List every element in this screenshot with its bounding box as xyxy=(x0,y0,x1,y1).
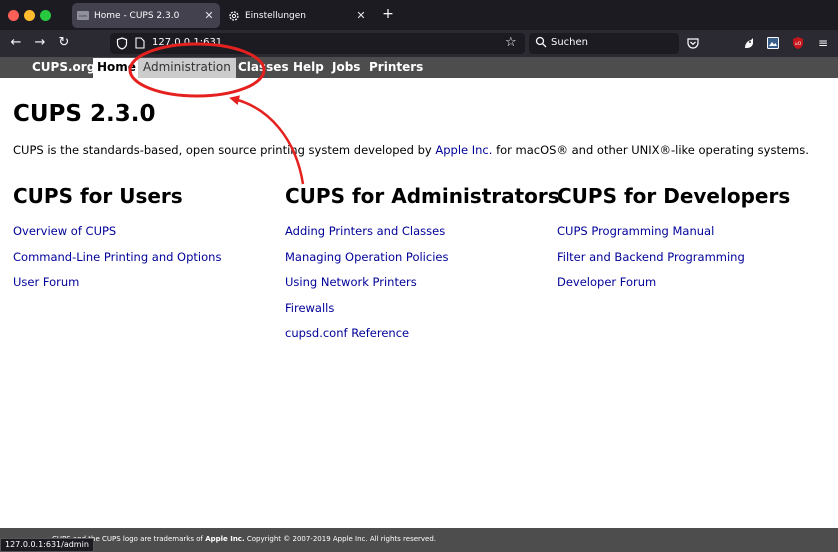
footer-suffix: Copyright © 2007-2019 Apple Inc. All rig… xyxy=(244,535,437,543)
search-icon xyxy=(535,36,547,48)
tab-bar: CUPS Home - CUPS 2.3.0 ✕ Einstellungen ✕… xyxy=(0,0,838,30)
link-cupsd-conf[interactable]: cupsd.conf Reference xyxy=(285,325,555,351)
pocket-icon[interactable] xyxy=(686,36,700,50)
tab-einstellungen[interactable]: Einstellungen ✕ xyxy=(224,3,372,28)
column-users: CUPS for Users Overview of CUPS Command-… xyxy=(13,184,283,300)
navigation-toolbar: ← → ↻ 127.0.0.1:631 ☆ Suchen uO ≡ xyxy=(0,30,838,57)
link-command-line-printing[interactable]: Command-Line Printing and Options xyxy=(13,249,283,275)
column-administrators: CUPS for Administrators Adding Printers … xyxy=(285,184,560,351)
back-arrow-icon[interactable]: ← xyxy=(8,36,24,50)
column-heading: CUPS for Administrators xyxy=(285,184,560,208)
column-heading: CUPS for Developers xyxy=(557,184,791,208)
extension-icon[interactable] xyxy=(742,36,756,50)
link-managing-policies[interactable]: Managing Operation Policies xyxy=(285,249,555,275)
gear-icon xyxy=(229,10,239,21)
link-programming-manual[interactable]: CUPS Programming Manual xyxy=(557,223,827,249)
ublock-icon[interactable]: uO xyxy=(791,36,805,50)
minimize-window-button[interactable] xyxy=(24,10,35,21)
search-placeholder: Suchen xyxy=(551,37,589,48)
page-footer: CUPS and the CUPS logo are trademarks of… xyxy=(0,528,838,552)
intro-text-end: for macOS® and other UNIX®-like operatin… xyxy=(492,143,809,157)
nav-cups-org[interactable]: CUPS.org xyxy=(32,60,95,78)
cups-favicon-icon: CUPS xyxy=(77,11,89,20)
nav-classes[interactable]: Classes xyxy=(238,60,289,78)
nav-jobs[interactable]: Jobs xyxy=(332,60,360,78)
intro-text: CUPS is the standards-based, open source… xyxy=(13,143,809,157)
link-developer-forum[interactable]: Developer Forum xyxy=(557,274,827,300)
tab-home-cups[interactable]: CUPS Home - CUPS 2.3.0 ✕ xyxy=(72,3,220,28)
footer-text: CUPS and the CUPS logo are trademarks of… xyxy=(52,535,436,543)
link-filter-backend[interactable]: Filter and Backend Programming xyxy=(557,249,827,275)
nav-administration[interactable]: Administration xyxy=(138,58,236,78)
link-user-forum[interactable]: User Forum xyxy=(13,274,283,300)
nav-home[interactable]: Home xyxy=(93,58,140,78)
svg-text:uO: uO xyxy=(795,41,802,47)
link-adding-printers[interactable]: Adding Printers and Classes xyxy=(285,223,555,249)
browser-window: CUPS Home - CUPS 2.3.0 ✕ Einstellungen ✕… xyxy=(0,0,838,552)
close-icon[interactable]: ✕ xyxy=(202,9,216,22)
page-content: CUPS 2.3.0 CUPS is the standards-based, … xyxy=(0,78,838,528)
page-title: CUPS 2.3.0 xyxy=(13,101,156,127)
cups-header-nav: CUPS.org Home Administration Classes Hel… xyxy=(0,57,838,78)
search-bar[interactable]: Suchen xyxy=(529,33,679,54)
nav-printers[interactable]: Printers xyxy=(369,60,423,78)
forward-arrow-icon[interactable]: → xyxy=(32,36,48,50)
intro-text-start: CUPS is the standards-based, open source… xyxy=(13,143,436,157)
footer-brand: Apple Inc. xyxy=(205,535,245,543)
status-bar-url: 127.0.0.1:631/admin xyxy=(0,538,94,552)
link-network-printers[interactable]: Using Network Printers xyxy=(285,274,555,300)
shield-icon[interactable] xyxy=(116,37,128,50)
screenshot-icon[interactable] xyxy=(766,36,780,50)
link-firewalls[interactable]: Firewalls xyxy=(285,300,555,326)
close-window-button[interactable] xyxy=(8,10,19,21)
new-tab-plus-icon[interactable]: + xyxy=(380,6,396,22)
menu-hamburger-icon[interactable]: ≡ xyxy=(815,36,831,50)
maximize-window-button[interactable] xyxy=(40,10,51,21)
tab-title: Home - CUPS 2.3.0 xyxy=(94,10,180,21)
page-icon xyxy=(135,37,145,49)
column-heading: CUPS for Users xyxy=(13,184,183,208)
url-text[interactable]: 127.0.0.1:631 xyxy=(152,37,222,48)
close-icon[interactable]: ✕ xyxy=(354,9,368,22)
reload-icon[interactable]: ↻ xyxy=(56,36,72,50)
column-developers: CUPS for Developers CUPS Programming Man… xyxy=(557,184,827,300)
nav-help[interactable]: Help xyxy=(293,60,324,78)
url-bar[interactable]: 127.0.0.1:631 ☆ xyxy=(110,33,525,54)
link-overview-of-cups[interactable]: Overview of CUPS xyxy=(13,223,283,249)
bookmark-star-icon[interactable]: ☆ xyxy=(505,35,517,50)
tab-title: Einstellungen xyxy=(245,10,307,21)
apple-inc-link[interactable]: Apple Inc. xyxy=(435,143,492,157)
